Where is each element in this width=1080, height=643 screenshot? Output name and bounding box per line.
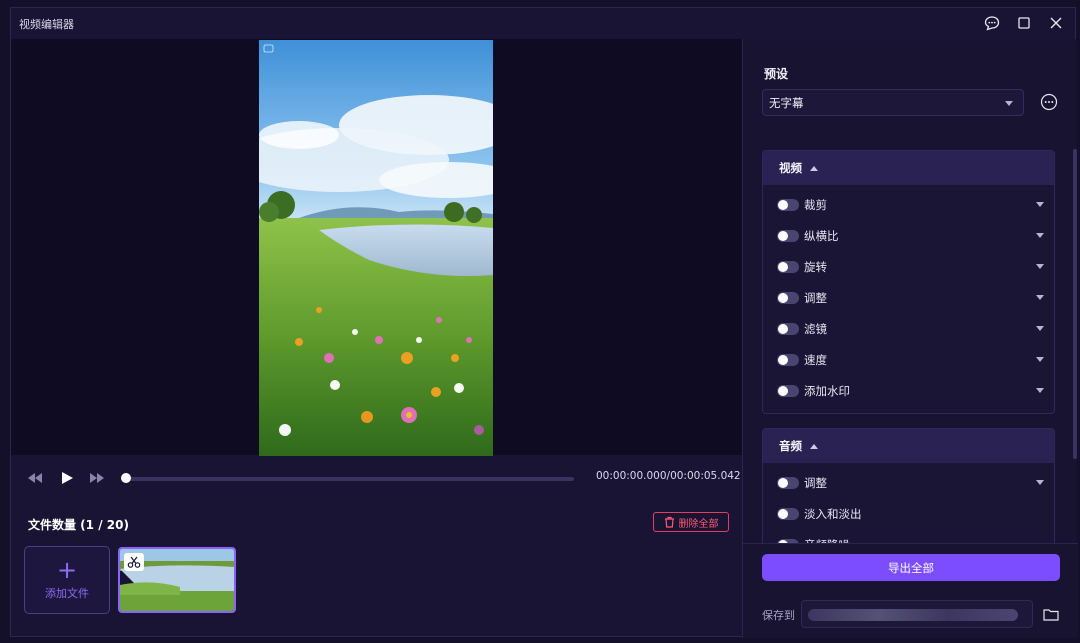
video-editor-window: 视频编辑器 00:00:00.000/00:00:05.042 文件数量 (1 … [10, 7, 1078, 638]
video-preview-area [11, 39, 742, 456]
file-count-label: 文件数量 (1 / 20) [28, 518, 129, 532]
option-row-audio-adjust[interactable]: 调整 [763, 467, 1054, 498]
option-row-adjust[interactable]: 调整 [763, 282, 1054, 313]
maximize-icon [1018, 17, 1030, 29]
fast-forward-icon [90, 473, 104, 483]
export-footer: 导出全部 保存到 [743, 543, 1078, 638]
add-file-button[interactable]: + 添加文件 [24, 546, 110, 614]
chevron-down-icon[interactable] [1036, 233, 1044, 238]
adjust-toggle[interactable] [777, 291, 799, 304]
video-still-landscape [259, 40, 493, 456]
chevron-down-icon[interactable] [1036, 202, 1044, 207]
preset-more-button[interactable] [1039, 92, 1059, 112]
preset-dropdown[interactable]: 无字幕 [762, 89, 1024, 116]
chat-bubble-icon [984, 16, 1000, 31]
chevron-down-icon[interactable] [1036, 326, 1044, 331]
option-label: 裁剪 [804, 197, 827, 212]
progress-track[interactable] [125, 477, 574, 481]
plus-icon: + [56, 556, 78, 584]
chevron-down-icon[interactable] [1036, 295, 1044, 300]
play-icon [62, 472, 73, 484]
speed-toggle[interactable] [777, 353, 799, 366]
trim-button[interactable] [124, 553, 144, 571]
rotate-toggle[interactable] [777, 260, 799, 273]
option-row-speed[interactable]: 速度 [763, 344, 1054, 375]
preset-label: 预设 [764, 67, 789, 81]
titlebar: 视频编辑器 [11, 8, 1075, 39]
option-label: 旋转 [804, 259, 827, 274]
audio-adjust-toggle[interactable] [777, 476, 799, 489]
chevron-down-icon[interactable] [1036, 480, 1044, 485]
trash-icon [664, 516, 674, 528]
chevron-up-icon [810, 165, 818, 171]
close-icon [1050, 17, 1062, 29]
add-file-label: 添加文件 [45, 587, 89, 600]
aspect-ratio-toggle[interactable] [777, 229, 799, 242]
audio-section-header[interactable]: 音频 [763, 429, 1054, 463]
filter-toggle[interactable] [777, 322, 799, 335]
file-thumbnail[interactable] [118, 547, 236, 613]
fast-forward-button[interactable] [86, 467, 108, 489]
option-label: 调整 [804, 290, 827, 305]
chevron-down-icon[interactable] [1036, 264, 1044, 269]
more-options-icon [1040, 93, 1058, 111]
export-all-label: 导出全部 [888, 560, 934, 575]
watermark-toggle[interactable] [777, 384, 799, 397]
preset-selected-value: 无字幕 [769, 95, 804, 110]
window-title: 视频编辑器 [19, 17, 74, 31]
open-folder-button[interactable] [1040, 605, 1062, 623]
delete-all-button[interactable]: 删除全部 [653, 512, 729, 532]
export-all-button[interactable]: 导出全部 [762, 554, 1060, 581]
play-button[interactable] [56, 467, 78, 489]
option-label: 淡入和淡出 [804, 506, 862, 521]
video-section-header[interactable]: 视频 [763, 151, 1054, 185]
option-label: 添加水印 [804, 383, 850, 398]
chevron-down-icon[interactable] [1036, 388, 1044, 393]
audio-section: 音频 调整 淡入和淡出 音频降噪 [762, 428, 1055, 548]
option-row-rotate[interactable]: 旋转 [763, 251, 1054, 282]
settings-panel: 预设 无字幕 视频 裁剪 纵横比 旋转 调整 滤镜 速度 添加水印 音频 调整 … [742, 39, 1078, 638]
option-label: 滤镜 [804, 321, 827, 336]
video-section: 视频 裁剪 纵横比 旋转 调整 滤镜 速度 添加水印 [762, 150, 1055, 414]
video-section-title: 视频 [779, 161, 802, 175]
chevron-down-icon [1005, 101, 1013, 106]
feedback-button[interactable] [981, 12, 1003, 34]
rewind-icon [28, 473, 42, 483]
option-label: 速度 [804, 352, 827, 367]
chevron-up-icon [810, 443, 818, 449]
save-path-field[interactable] [801, 600, 1033, 628]
progress-handle[interactable] [121, 473, 131, 483]
video-frame [259, 40, 493, 456]
option-row-aspect-ratio[interactable]: 纵横比 [763, 220, 1054, 251]
audio-section-title: 音频 [779, 439, 802, 453]
option-label: 调整 [804, 475, 827, 490]
maximize-button[interactable] [1013, 12, 1035, 34]
settings-scrollbar[interactable] [1073, 149, 1077, 459]
player-controls: 00:00:00.000/00:00:05.042 [11, 455, 742, 501]
delete-all-label: 删除全部 [678, 518, 719, 530]
crop-toggle[interactable] [777, 198, 799, 211]
option-row-fade[interactable]: 淡入和淡出 [763, 498, 1054, 529]
rewind-button[interactable] [24, 467, 46, 489]
save-to-label: 保存到 [762, 609, 795, 622]
option-label: 纵横比 [804, 228, 839, 243]
fade-toggle[interactable] [777, 507, 799, 520]
scissors-icon [127, 556, 141, 568]
close-button[interactable] [1045, 12, 1067, 34]
option-row-filter[interactable]: 滤镜 [763, 313, 1054, 344]
blurred-path [808, 609, 1018, 621]
window-controls [981, 12, 1067, 34]
option-row-crop[interactable]: 裁剪 [763, 189, 1054, 220]
chevron-down-icon[interactable] [1036, 357, 1044, 362]
option-row-watermark[interactable]: 添加水印 [763, 375, 1054, 406]
timecode: 00:00:00.000/00:00:05.042 [596, 470, 741, 482]
folder-icon [1043, 608, 1059, 621]
